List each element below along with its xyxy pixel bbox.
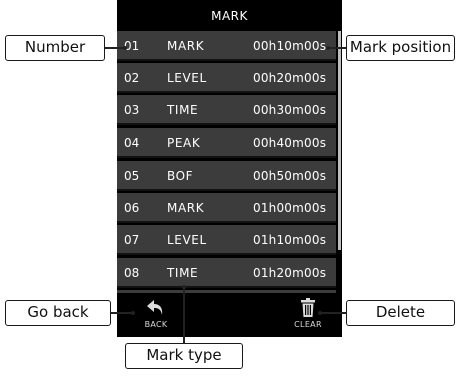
mark-row[interactable]: 04 PEAK 00h40m00s bbox=[117, 128, 336, 158]
mark-type: PEAK bbox=[167, 136, 201, 150]
mark-position: 00h20m00s bbox=[253, 71, 327, 85]
mark-type: TIME bbox=[167, 103, 199, 117]
mark-position: 00h40m00s bbox=[253, 136, 327, 150]
back-button[interactable]: BACK bbox=[131, 298, 181, 334]
mark-number: 07 bbox=[124, 233, 140, 247]
callout-go-back: Go back bbox=[5, 300, 111, 326]
leader-mark-position-dot bbox=[326, 45, 330, 50]
callout-mark-type: Mark type bbox=[125, 343, 243, 369]
mark-number: 02 bbox=[124, 71, 140, 85]
back-label: BACK bbox=[144, 320, 168, 329]
clear-label: CLEAR bbox=[294, 320, 322, 329]
mark-type: TIME bbox=[167, 266, 199, 280]
mark-row[interactable]: 05 BOF 00h50m00s bbox=[117, 161, 336, 191]
mark-row[interactable]: 01 MARK 00h10m00s bbox=[117, 31, 336, 61]
mark-row[interactable]: 07 LEVEL 01h10m00s bbox=[117, 225, 336, 255]
list-scrollbar[interactable] bbox=[338, 31, 341, 250]
mark-number: 08 bbox=[124, 266, 140, 280]
callout-delete: Delete bbox=[346, 300, 455, 326]
mark-position: 01h00m00s bbox=[253, 201, 327, 215]
leader-mark-type-dot bbox=[181, 285, 186, 289]
mark-type: MARK bbox=[167, 39, 205, 53]
mark-list-screen: MARK 01 MARK 00h10m00s 02 LEVEL 00h20m00… bbox=[117, 0, 342, 337]
leader-delete bbox=[320, 312, 346, 314]
mark-position: 00h10m00s bbox=[253, 39, 327, 53]
soft-key-bar: BACK CLEAR bbox=[117, 293, 342, 337]
leader-mark-position bbox=[328, 47, 346, 49]
leader-go-back-dot bbox=[131, 310, 135, 315]
clear-button[interactable]: CLEAR bbox=[283, 298, 333, 334]
leader-number-dot bbox=[123, 45, 127, 50]
mark-position: 00h30m00s bbox=[253, 103, 327, 117]
mark-number: 03 bbox=[124, 103, 140, 117]
mark-type: LEVEL bbox=[167, 233, 207, 247]
mark-row[interactable]: 08 TIME 01h20m00s bbox=[117, 258, 336, 288]
mark-position: 01h10m00s bbox=[253, 233, 327, 247]
mark-position: 00h50m00s bbox=[253, 169, 327, 183]
leader-delete-dot bbox=[318, 310, 322, 315]
mark-position: 01h20m00s bbox=[253, 266, 327, 280]
screen-title: MARK bbox=[211, 9, 248, 23]
mark-number: 04 bbox=[124, 136, 140, 150]
back-arrow-icon bbox=[147, 300, 163, 315]
trash-icon bbox=[301, 298, 315, 317]
callout-mark-position: Mark position bbox=[346, 35, 455, 61]
mark-row[interactable]: 03 TIME 00h30m00s bbox=[117, 95, 336, 125]
mark-type: MARK bbox=[167, 201, 205, 215]
leader-mark-type bbox=[183, 287, 185, 343]
leader-number bbox=[105, 47, 125, 49]
mark-row[interactable]: 02 LEVEL 00h20m00s bbox=[117, 63, 336, 93]
mark-number: 06 bbox=[124, 201, 140, 215]
mark-number: 05 bbox=[124, 169, 140, 183]
leader-go-back bbox=[111, 312, 133, 314]
mark-type: LEVEL bbox=[167, 71, 207, 85]
mark-row[interactable]: 06 MARK 01h00m00s bbox=[117, 193, 336, 223]
callout-number: Number bbox=[5, 35, 105, 61]
mark-type: BOF bbox=[167, 169, 194, 183]
